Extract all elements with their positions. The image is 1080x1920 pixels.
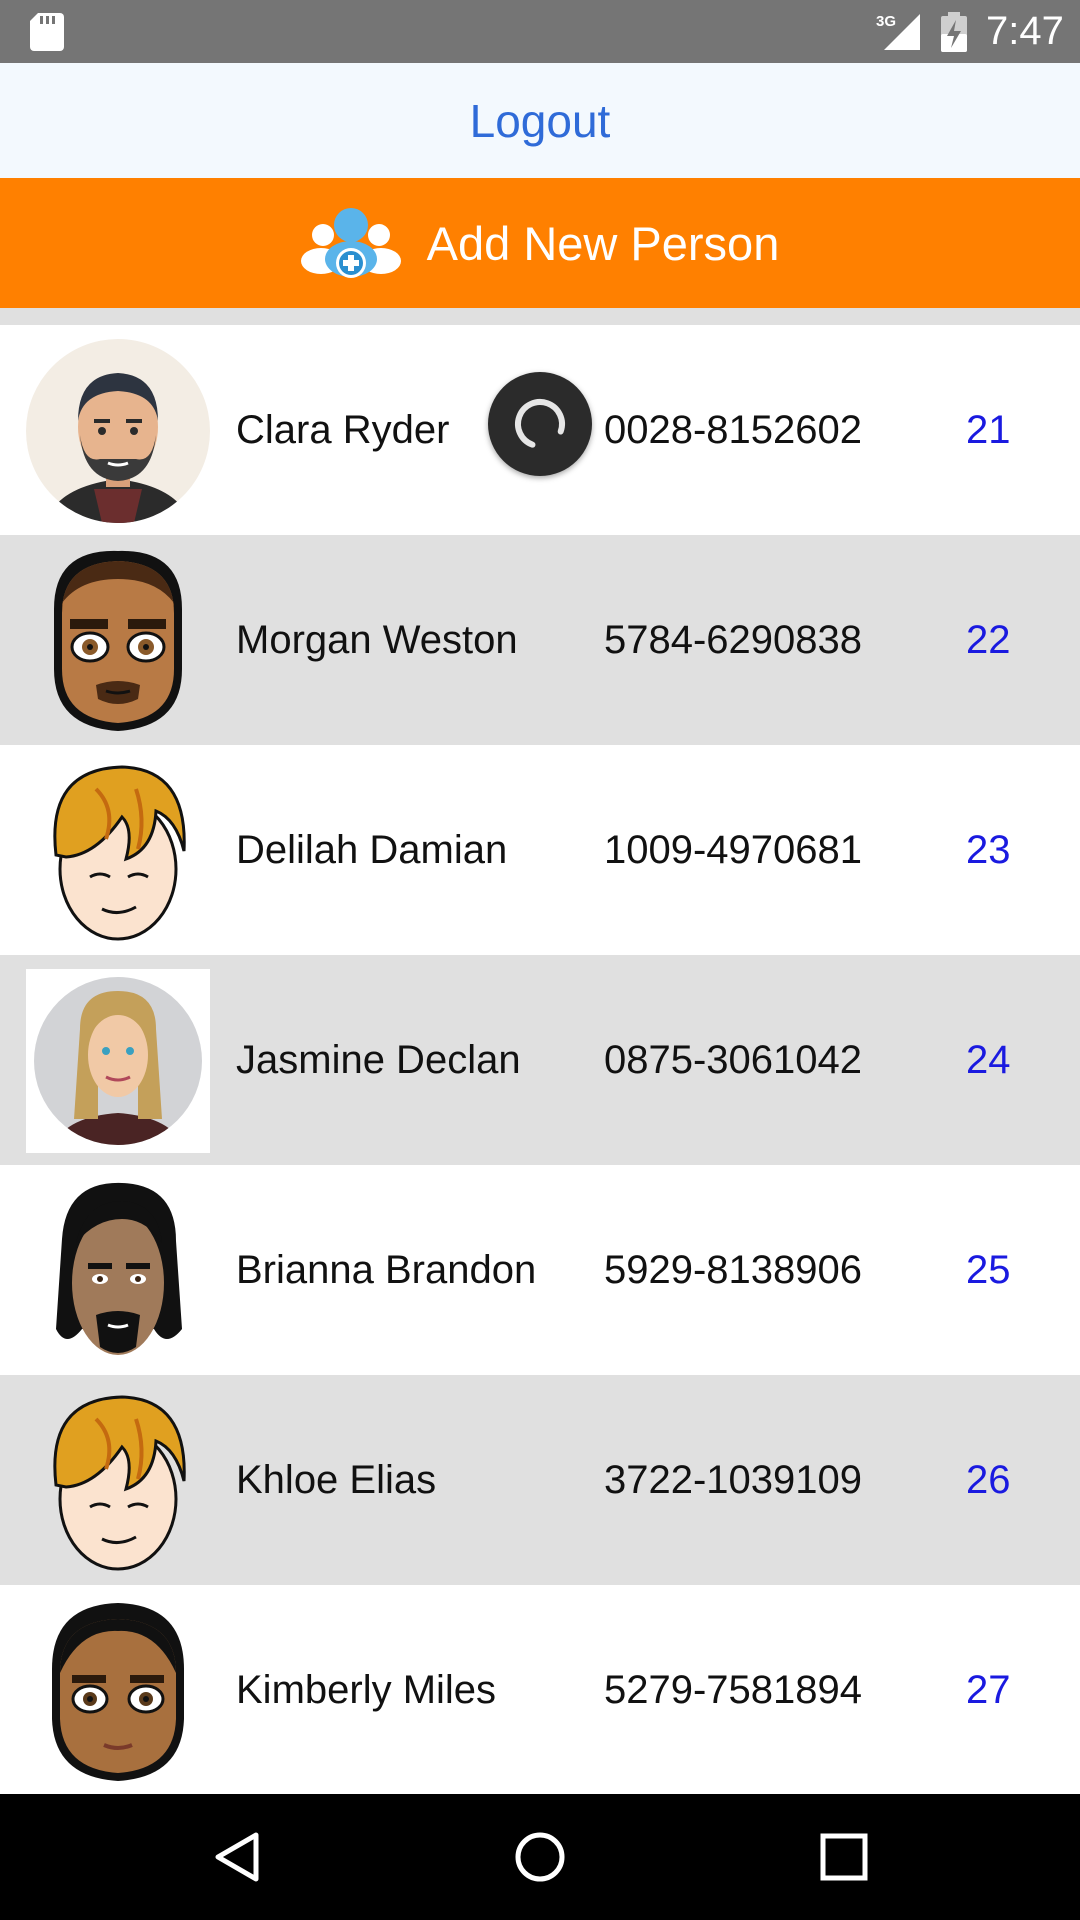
list-item[interactable]: Brianna Brandon 5929-8138906 25 (0, 1165, 1080, 1375)
navigation-bar (0, 1794, 1080, 1920)
person-name: Delilah Damian (236, 828, 508, 872)
person-name: Khloe Elias (236, 1458, 437, 1502)
back-icon (215, 1832, 259, 1882)
signal-icon: 3G (876, 13, 920, 50)
add-new-person-button[interactable]: Add New Person (0, 178, 1080, 308)
person-phone: 5279-7581894 (604, 1668, 863, 1712)
person-phone: 0028-8152602 (604, 408, 863, 452)
blonde-boy-avatar (26, 759, 210, 943)
add-person-icon (300, 208, 401, 278)
home-icon (515, 1832, 565, 1882)
person-name: Morgan Weston (236, 618, 518, 662)
person-phone: 5784-6290838 (604, 618, 863, 662)
person-number: 27 (966, 1668, 1011, 1712)
person-name: Jasmine Declan (236, 1038, 521, 1082)
logout-button[interactable]: Logout (470, 94, 611, 148)
list-item[interactable]: Jasmine Declan 0875-3061042 24 (0, 955, 1080, 1165)
list-item[interactable]: Delilah Damian 1009-4970681 23 (0, 745, 1080, 955)
network-type: 3G (876, 13, 896, 30)
person-phone: 1009-4970681 (604, 828, 863, 872)
bearded-man-avatar (26, 339, 210, 523)
status-bar: 3G 7:47 (0, 0, 1080, 63)
person-name: Clara Ryder (236, 408, 450, 452)
person-phone: 3722-1039109 (604, 1458, 863, 1502)
long-haired-man-avatar (26, 1179, 210, 1363)
person-phone: 5929-8138906 (604, 1248, 863, 1292)
blonde-boy-avatar (26, 1389, 210, 1573)
add-new-person-label: Add New Person (426, 216, 780, 270)
person-name: Brianna Brandon (236, 1248, 537, 1292)
list-item[interactable]: Khloe Elias 3722-1039109 26 (0, 1375, 1080, 1585)
person-number: 22 (966, 618, 1011, 662)
goateed-man-avatar (26, 549, 210, 733)
battery-charging-icon (941, 12, 967, 52)
list-item[interactable]: Kimberly Miles 5279-7581894 27 (0, 1585, 1080, 1794)
recents-button[interactable] (774, 1794, 914, 1920)
list-item[interactable]: Morgan Weston 5784-6290838 22 (0, 535, 1080, 745)
status-clock: 7:47 (986, 9, 1064, 53)
list-divider (0, 308, 1080, 325)
people-list[interactable]: Clara Ryder 0028-8152602 21 Morgan Westo… (0, 325, 1080, 1794)
person-number: 21 (966, 408, 1011, 452)
person-name: Kimberly Miles (236, 1668, 497, 1712)
sd-card-icon (30, 13, 64, 51)
home-button[interactable] (470, 1794, 610, 1920)
recents-icon (820, 1833, 868, 1881)
person-phone: 0875-3061042 (604, 1038, 863, 1082)
person-number: 23 (966, 828, 1011, 872)
bald-man-avatar (26, 1599, 210, 1783)
spinner-icon (515, 399, 565, 448)
person-number: 24 (966, 1038, 1011, 1082)
long-haired-woman-avatar (26, 969, 210, 1153)
loading-spinner (488, 372, 592, 476)
header-bar: Logout (0, 63, 1080, 178)
person-number: 25 (966, 1248, 1011, 1292)
back-button[interactable] (168, 1794, 308, 1920)
person-number: 26 (966, 1458, 1011, 1502)
